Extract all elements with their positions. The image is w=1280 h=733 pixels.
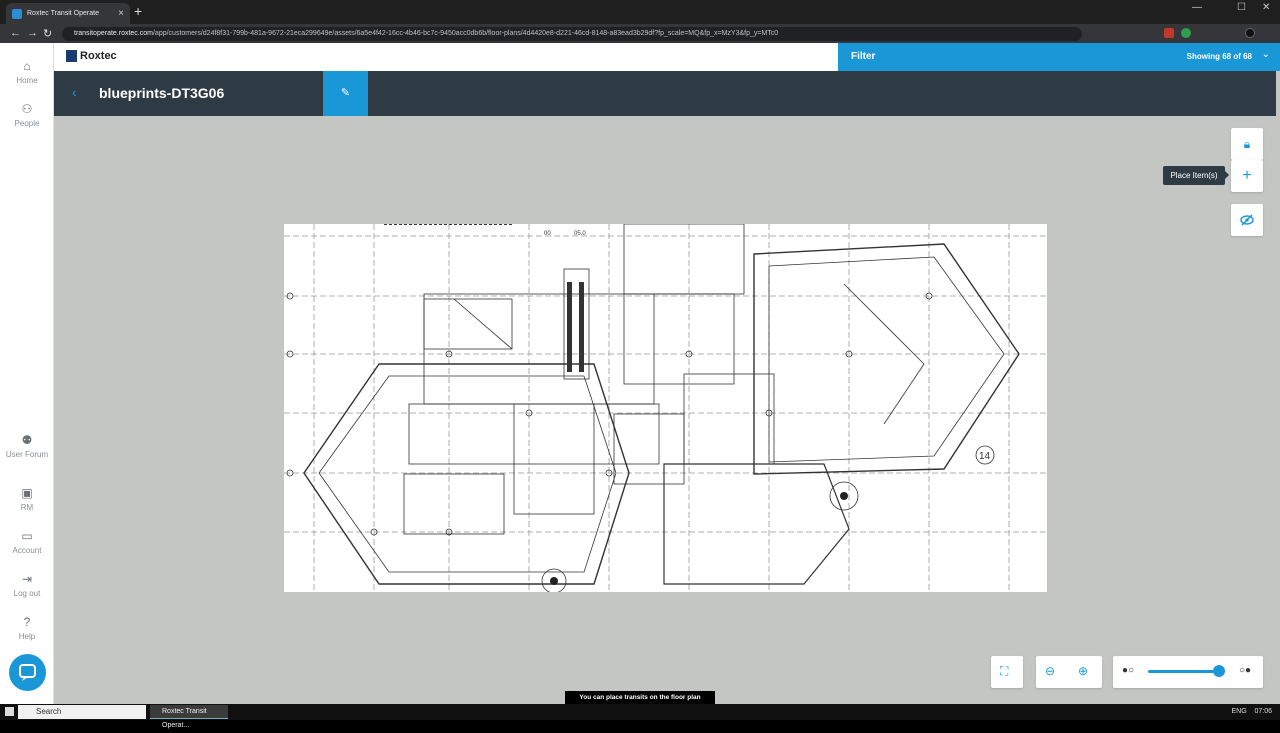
system-tray: ENG 07:06 [1232,708,1272,715]
floor-plan[interactable]: 14 05.0 00 [284,224,1047,592]
lock-icon: 🔒︎ [1243,137,1251,151]
sidebar-item-label: User Forum [5,450,49,459]
language-indicator[interactable]: ENG [1232,708,1247,715]
opacity-high-icon: ○● [1239,665,1252,676]
back-button[interactable]: ‹ [72,84,77,100]
sidebar-item-label: Home [16,76,38,85]
sidebar-item-home[interactable]: ⌂ Home [0,59,54,85]
eye-off-icon [1240,214,1254,226]
floor-plan-drawing: 14 05.0 00 [284,224,1047,592]
tab-title: Roxtec Transit Operate [27,10,99,17]
home-icon: ⌂ [23,59,31,73]
tooltip-arrow [1225,171,1229,179]
opacity-low-icon: ●○ [1122,665,1135,676]
help-icon: ? [23,615,31,629]
sidebar: ⌂ Home ⚇ People ⚉ User Forum ▣ RM ▭ Acco… [0,43,54,704]
plus-icon: + [1242,167,1252,184]
sidebar-item-help[interactable]: ? Help [0,615,54,641]
favicon-icon [12,8,22,19]
place-items-tooltip: Place Item(s) [1163,166,1225,185]
place-items-button[interactable]: + [1231,160,1263,192]
visibility-toggle-button[interactable] [1231,204,1263,236]
search-placeholder: Search [36,707,62,716]
logo-text: Roxtec [80,50,117,62]
top-bar: Roxtec Filter Showing 68 of 68 ⌄ [54,43,1280,71]
address-bar-row: ← → ↻ transitoperate.roxtec.com/app/cust… [0,24,1280,43]
logout-icon: ⇥ [21,572,33,586]
edit-button[interactable]: ✎ [323,71,368,116]
title-bar: ‹ blueprints-DT3G06 ✎ [54,71,1276,116]
logo-mark-icon [66,50,77,62]
rm-icon: ▣ [21,486,33,500]
sidebar-item-rm[interactable]: ▣ RM [0,486,54,512]
maximize-icon[interactable]: ☐ [1237,2,1246,13]
sidebar-item-label: RM [20,503,34,512]
os-taskbar: Search Roxtec Transit Operat... ENG 07:0… [0,704,1280,729]
sidebar-item-label: People [14,119,40,128]
chevron-down-icon[interactable]: ⌄ [1262,49,1270,60]
fit-view-button[interactable]: ⛶ [991,656,1023,688]
lock-button[interactable]: 🔒︎ [1231,128,1263,160]
window-close-icon[interactable]: ✕ [1262,2,1270,13]
browser-tab-bar: Roxtec Transit Operate × + — ☐ ✕ [0,0,1280,24]
forward-arrow-icon[interactable]: → [27,27,38,39]
zoom-controls: ⊖ ⊕ [1036,656,1102,688]
url-path: /app/customers/d24f8f31-799b-481a-9672-2… [152,30,779,37]
extension-red-icon[interactable] [1164,28,1174,38]
room-code-label: 00 [544,231,551,237]
opacity-slider-box: ●○ ○● [1113,656,1263,688]
zoom-out-button[interactable]: ⊖ [1045,664,1055,678]
sidebar-item-user-forum[interactable]: ⚉ User Forum [0,433,54,459]
opacity-slider-thumb[interactable] [1213,665,1225,677]
zoom-in-button[interactable]: ⊕ [1078,664,1088,678]
opacity-slider-track[interactable] [1148,670,1218,673]
sidebar-item-logout[interactable]: ⇥ Log out [0,572,54,598]
sidebar-item-label: Help [18,632,36,641]
page-title: blueprints-DT3G06 [99,85,225,101]
sidebar-item-account[interactable]: ▭ Account [0,529,54,555]
pencil-icon: ✎ [340,87,351,99]
roxtec-logo[interactable]: Roxtec [66,50,117,62]
profile-avatar-icon[interactable] [1245,28,1255,38]
new-tab-button[interactable]: + [134,3,142,19]
browser-tab[interactable]: Roxtec Transit Operate × [6,3,130,24]
chat-button[interactable] [9,654,46,691]
extension-green-icon[interactable] [1181,28,1191,38]
sidebar-item-label: Account [12,546,42,555]
status-message: You can place transits on the floor plan [565,691,715,704]
app-root: ⌂ Home ⚇ People ⚉ User Forum ▣ RM ▭ Acco… [0,43,1280,704]
sidebar-item-people[interactable]: ⚇ People [0,102,54,128]
card-icon: ▭ [21,529,33,543]
room-number-label: 14 [979,451,991,462]
close-tab-icon[interactable]: × [118,8,124,19]
people-icon: ⚇ [21,102,33,116]
clock[interactable]: 07:06 [1254,708,1272,715]
reload-icon[interactable]: ↻ [43,27,52,40]
back-arrow-icon[interactable]: ← [10,27,21,39]
windows-start-icon[interactable] [5,707,14,716]
taskbar-search[interactable]: Search [18,705,146,719]
taskbar-app-chrome[interactable]: Roxtec Transit Operat... [150,705,228,729]
filter-bar[interactable]: Filter Showing 68 of 68 ⌄ [838,43,1280,71]
filter-label: Filter [851,51,876,62]
minimize-icon[interactable]: — [1192,2,1202,13]
showing-count: Showing 68 of 68 [1186,52,1252,61]
fit-screen-icon: ⛶ [1000,664,1009,678]
chat-icon [19,664,36,681]
room-code-label: 05.0 [574,231,586,237]
url-host: transitoperate.roxtec.com [74,30,153,37]
forum-icon: ⚉ [21,433,33,447]
sidebar-item-label: Log out [13,589,41,598]
url-field[interactable]: transitoperate.roxtec.com/app/customers/… [62,27,1082,41]
taskbar-app-label: Roxtec Transit Operat... [162,708,207,729]
